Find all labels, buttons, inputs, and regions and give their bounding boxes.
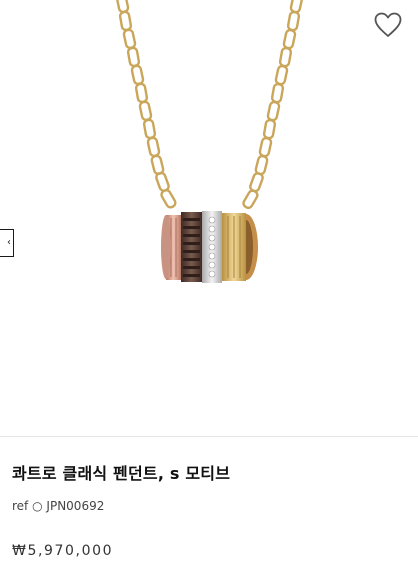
product-title: 콰트로 클래식 펜던트, s 모티브	[12, 464, 231, 483]
ref-separator-icon: ○	[32, 499, 43, 513]
chain-right	[242, 0, 304, 210]
chevron-left-icon: ‹	[7, 237, 11, 248]
ref-code: JPN00692	[46, 499, 105, 513]
wishlist-button[interactable]	[374, 12, 406, 42]
product-reference: ref ○ JPN00692	[12, 499, 104, 513]
product-image: ‹	[0, 0, 418, 436]
gallery-prev-button[interactable]: ‹	[0, 229, 14, 257]
heart-outline-icon	[374, 12, 402, 37]
product-price: ₩5,970,000	[12, 543, 114, 559]
pendant-rings	[161, 211, 258, 283]
ref-label: ref	[12, 499, 29, 513]
divider	[0, 436, 418, 437]
chain-left	[115, 0, 177, 209]
pendant-illustration	[115, 0, 304, 283]
